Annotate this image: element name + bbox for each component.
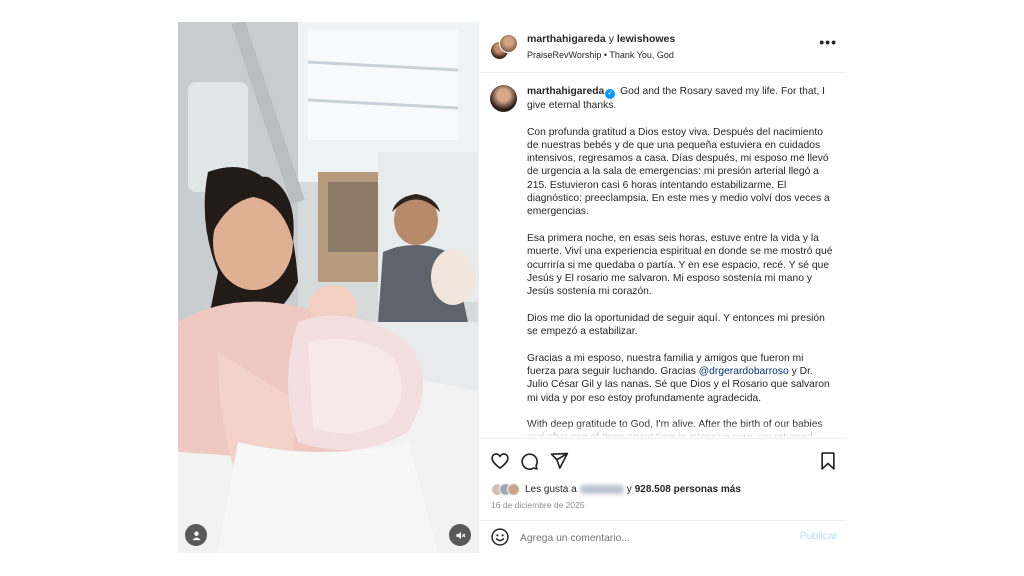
author-link-1[interactable]: marthahigareda xyxy=(527,33,606,45)
likes-connector: y xyxy=(626,483,632,495)
comment-input[interactable] xyxy=(520,530,770,546)
caption-paragraph: Con profunda gratitud a Dios estoy viva.… xyxy=(527,126,830,218)
bookmark-icon[interactable] xyxy=(818,451,838,471)
more-options-button[interactable]: ••• xyxy=(819,35,837,49)
post-date[interactable]: 16 de diciembre de 2025 xyxy=(491,500,585,510)
caption-fade xyxy=(479,422,847,438)
audio-link[interactable]: PraiseRevWorship • Thank You, God xyxy=(527,50,674,60)
liker-avatar xyxy=(507,482,520,496)
publish-button[interactable]: Publicar xyxy=(800,531,837,542)
likes-prefix: Les gusta a xyxy=(525,483,577,495)
author-avatars[interactable] xyxy=(490,34,518,61)
mute-button[interactable] xyxy=(449,524,471,546)
hospital-photo-illustration xyxy=(178,22,478,553)
caption-thanks-paragraph: Gracias a mi esposo, nuestra familia y a… xyxy=(527,352,833,405)
user-icon xyxy=(191,530,201,540)
avatar[interactable] xyxy=(490,85,517,112)
mention-link[interactable]: @drgerardobarroso xyxy=(699,366,789,377)
author-joiner: y xyxy=(608,33,614,45)
caption-paragraph: Dios me dio la oportunidad de seguir aqu… xyxy=(527,312,825,338)
likes-count[interactable]: 928.508 personas más xyxy=(635,484,741,495)
caption-text: marthahigareda ✓ God and the Rosary saved… xyxy=(527,85,833,437)
author-link-2[interactable]: lewishowes xyxy=(617,33,675,45)
post-sidebar: marthahigareda y lewishowes PraiseRevWor… xyxy=(478,22,847,553)
caption-username[interactable]: marthahigareda xyxy=(527,86,604,97)
mute-icon xyxy=(455,531,465,539)
post-photo[interactable] xyxy=(178,22,478,553)
blurred-liker-name xyxy=(579,484,624,494)
comment-bar: Publicar xyxy=(479,520,847,553)
tagged-users-button[interactable] xyxy=(185,524,207,546)
caption-first-paragraph: marthahigareda ✓ God and the Rosary saved… xyxy=(527,85,833,112)
caption-area: marthahigareda ✓ God and the Rosary saved… xyxy=(479,74,847,437)
instagram-post: marthahigareda y lewishowes PraiseRevWor… xyxy=(178,22,847,553)
action-bar: Les gusta a y 928.508 personas más 16 de… xyxy=(479,438,847,520)
likes-summary[interactable]: Les gusta a y 928.508 personas más xyxy=(491,482,741,496)
verified-badge-icon: ✓ xyxy=(605,89,616,99)
heart-icon[interactable] xyxy=(490,451,510,471)
post-header: marthahigareda y lewishowes PraiseRevWor… xyxy=(479,22,847,73)
avatar xyxy=(499,34,518,53)
smile-icon[interactable] xyxy=(490,527,510,547)
caption-paragraph: Esa primera noche, en esas seis horas, e… xyxy=(527,232,833,298)
author-names: marthahigareda y lewishowes xyxy=(527,33,675,45)
share-icon[interactable] xyxy=(549,451,569,471)
comment-icon[interactable] xyxy=(519,451,539,471)
